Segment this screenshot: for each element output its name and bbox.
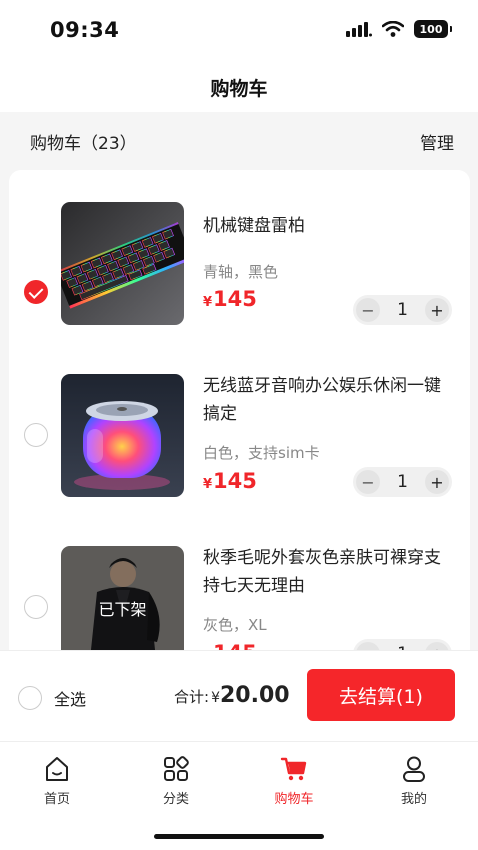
select-all-toggle[interactable]: 全选 [18,686,86,710]
total-label: 合计: [174,688,210,706]
item-title[interactable]: 秋季毛呢外套灰色亲肤可裸穿支持七天无理由 [203,544,453,600]
nav-bar: 购物车 [0,62,478,112]
tab-label: 首页 [43,792,70,807]
battery-level: 100 [419,22,443,36]
item-price: ¥ 145 [203,469,257,493]
checkout-button[interactable]: 去结算(1) [307,669,455,721]
cart-item-keyboard: 机械键盘雷柏 青轴，黑色 ¥ 145 − 1 + [9,196,470,346]
signal-icon [346,22,372,37]
currency-symbol: ¥ [203,295,213,310]
select-all-checkbox[interactable] [18,686,42,710]
decrease-button[interactable]: − [356,470,380,494]
item-spec: 青轴，黑色 [203,263,279,281]
quantity-value[interactable]: 1 [397,300,408,320]
tab-home[interactable]: 首页 [17,754,97,807]
manage-button[interactable]: 管理 [420,129,454,154]
decrease-button[interactable]: − [356,298,380,322]
wifi-icon [382,21,404,37]
battery-icon: 100 [414,20,452,38]
item-price: ¥ 145 [203,287,257,311]
total-currency: ¥ [211,690,220,706]
status-bar: 09:34 100 [0,0,478,62]
quantity-stepper: − 1 + [353,295,452,325]
tab-label: 我的 [400,792,427,807]
home-indicator [154,834,324,839]
checkout-bar: 全选 合计: ¥ 20.00 去结算(1) [0,650,478,741]
item-spec: 灰色，XL [203,616,267,634]
tab-bar: 首页 分类 购物车 我的 [0,741,478,850]
status-icons: 100 [346,20,452,38]
quantity-stepper: − 1 + [353,467,452,497]
increase-button[interactable]: + [424,470,449,494]
cart-header: 购物车（23） 管理 [0,112,478,170]
cart-icon [280,757,307,781]
item-checkbox[interactable] [24,280,48,304]
item-title[interactable]: 无线蓝牙音响办公娱乐休闲一键搞定 [203,372,453,428]
status-time: 09:34 [50,18,120,42]
tab-label: 购物车 [274,792,314,807]
price-value: 145 [213,469,257,493]
keyboard-image [61,202,184,325]
cart-item-speaker: 无线蓝牙音响办公娱乐休闲一键搞定 白色，支持sim卡 ¥ 145 − 1 + [9,368,470,518]
category-icon [164,756,189,781]
tab-profile[interactable]: 我的 [374,754,454,807]
speaker-image [61,374,184,497]
item-spec: 白色，支持sim卡 [203,444,320,462]
currency-symbol: ¥ [203,477,213,492]
tab-category[interactable]: 分类 [136,754,216,807]
item-checkbox[interactable] [24,423,48,447]
cart-count-label: 购物车（23） [30,133,137,154]
increase-button[interactable]: + [424,298,449,322]
tab-cart[interactable]: 购物车 [254,754,334,807]
select-all-label: 全选 [54,690,87,709]
page-title: 购物车 [210,77,268,100]
product-image-speaker[interactable] [61,374,184,497]
item-title[interactable]: 机械键盘雷柏 [203,212,453,240]
home-icon [46,757,68,781]
total-value: 20.00 [219,683,290,708]
user-icon [403,756,425,782]
quantity-value[interactable]: 1 [397,472,408,492]
total-price: 合计: ¥ 20.00 [174,683,290,708]
item-checkbox[interactable] [24,595,48,619]
cart-list: 机械键盘雷柏 青轴，黑色 ¥ 145 − 1 + 无线蓝牙音响办公娱乐休闲一键搞… [9,170,470,670]
price-value: 145 [213,287,257,311]
tab-label: 分类 [162,792,189,807]
product-image-keyboard[interactable] [61,202,184,325]
